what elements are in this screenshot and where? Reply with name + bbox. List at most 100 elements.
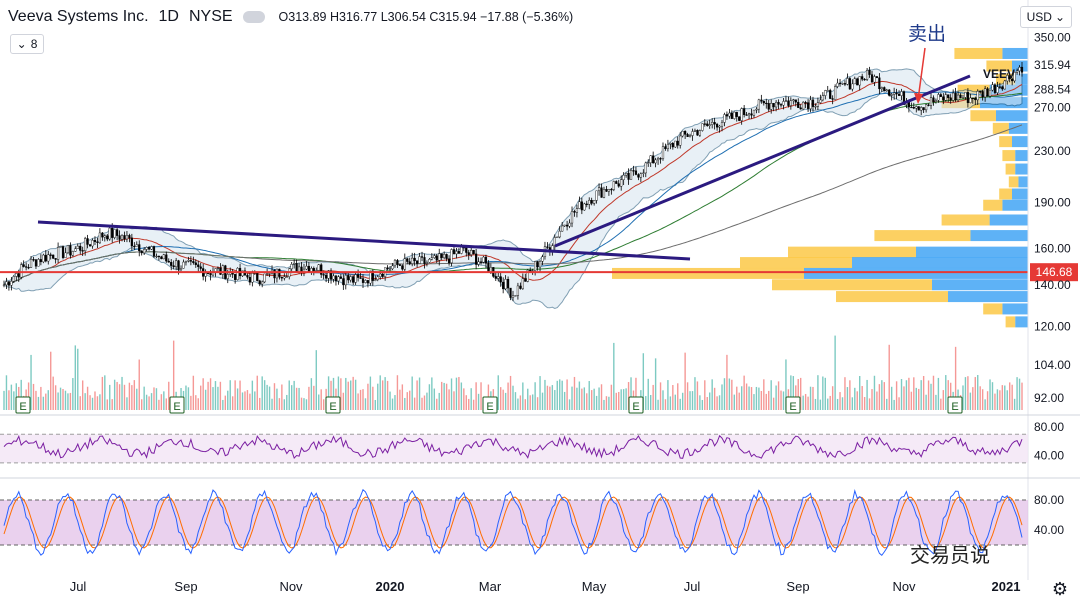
gear-icon[interactable]: ⚙ — [1052, 579, 1068, 600]
candle-body — [738, 116, 741, 121]
candle-body — [996, 86, 999, 93]
candle-body — [361, 278, 365, 283]
volume-bar — [436, 398, 438, 410]
candle-body — [506, 279, 510, 289]
volume-bar — [67, 393, 69, 410]
volume-bar — [249, 393, 251, 410]
candle-body — [54, 258, 57, 260]
price-tick-label: 120.00 — [1034, 319, 1071, 333]
volume-bar — [47, 390, 49, 410]
earnings-marker-label: E — [173, 401, 180, 413]
candle-body — [851, 83, 854, 90]
candle-body — [961, 97, 965, 99]
candle-body — [381, 273, 384, 277]
volume-bar — [846, 387, 849, 410]
candle-body — [870, 74, 874, 83]
volume-bar — [367, 383, 369, 410]
candle-body — [688, 135, 692, 137]
volume-bar — [920, 380, 922, 410]
volume-bar — [667, 380, 669, 410]
volume-bar — [281, 384, 283, 410]
volume-bar — [772, 397, 775, 410]
candle-body — [607, 189, 610, 192]
sell-label: 卖出 — [908, 23, 946, 45]
volume-profile-bar-up — [1012, 188, 1028, 200]
candle-body — [47, 254, 50, 262]
candle-body — [12, 276, 15, 282]
rsi-tick-label: 40.00 — [1034, 449, 1064, 463]
volume-bar — [1011, 384, 1013, 410]
candle-body — [1015, 70, 1019, 73]
symbol-name[interactable]: Veeva Systems Inc. — [8, 8, 149, 26]
volume-bar — [831, 386, 834, 410]
candle-body — [806, 102, 810, 109]
candle-body — [167, 260, 170, 263]
candle-body — [988, 89, 992, 97]
volume-bar — [716, 396, 718, 410]
volume-bar — [465, 395, 467, 410]
candle-body — [947, 94, 950, 99]
candle-body — [804, 102, 807, 104]
candle-body — [797, 101, 800, 108]
candle-body — [332, 275, 335, 280]
volume-bar — [204, 389, 207, 410]
candle-body — [593, 200, 596, 204]
candle-body — [602, 189, 606, 198]
candle-body — [396, 260, 399, 265]
candle-body — [152, 246, 156, 257]
candle-body — [34, 259, 38, 267]
volume-bar — [841, 397, 844, 410]
volume-bar — [1016, 377, 1018, 410]
volume-profile-bar-down — [1005, 316, 1016, 328]
candle-body — [66, 245, 70, 254]
candle-body — [1020, 67, 1024, 73]
volume-profile-bar-down — [788, 246, 916, 258]
volume-bar — [141, 399, 143, 410]
candle-body — [22, 264, 25, 267]
candle-body — [354, 274, 357, 283]
volume-bar — [455, 377, 458, 410]
timeframe[interactable]: 1D — [159, 8, 179, 26]
volume-profile-bar-up — [1002, 47, 1028, 59]
candle-body — [984, 88, 987, 98]
volume-bar — [507, 382, 509, 410]
volume-bar — [42, 396, 45, 410]
volume-bar — [460, 382, 463, 410]
candle-body — [364, 280, 367, 283]
volume-bar — [64, 390, 67, 410]
price-chart-svg[interactable]: 卖出 VEEV E E E E E E E 350.00 315.94 288.54 270.00 230… — [0, 0, 1080, 604]
volume-bar — [581, 388, 583, 410]
candle-body — [585, 203, 588, 205]
volume-bar — [930, 383, 932, 410]
volume-bar — [200, 385, 202, 410]
volume-bar — [873, 375, 876, 410]
volume-bar — [743, 375, 745, 410]
volume-bar — [657, 399, 659, 410]
volume-bar — [967, 376, 969, 410]
volume-bar — [903, 386, 905, 410]
candle-body — [583, 203, 586, 211]
volume-bar — [413, 397, 416, 410]
volume-bar — [568, 399, 571, 410]
collapse-indicators-button[interactable]: ⌄ 8 — [10, 34, 44, 54]
candle-body — [123, 235, 126, 240]
status-dot-icon — [242, 11, 265, 23]
candle-body — [29, 259, 33, 268]
volume-bar — [878, 384, 881, 410]
time-tick-label: Nov — [279, 579, 303, 594]
volume-bar — [859, 376, 861, 410]
candle-body — [108, 227, 111, 240]
volume-bar — [450, 378, 453, 410]
volume-bar — [229, 380, 231, 410]
volume-profile-bar-down — [1008, 176, 1019, 188]
candle-body — [322, 274, 325, 276]
volume-bar — [775, 385, 777, 410]
candle-body — [868, 70, 871, 75]
candle-body — [236, 267, 239, 280]
candle-body — [280, 276, 283, 279]
candle-body — [135, 244, 138, 247]
volume-bar — [613, 342, 615, 410]
currency-select[interactable]: USD ⌄ — [1019, 6, 1072, 28]
candle-body — [826, 90, 829, 92]
candle-body — [74, 248, 77, 252]
